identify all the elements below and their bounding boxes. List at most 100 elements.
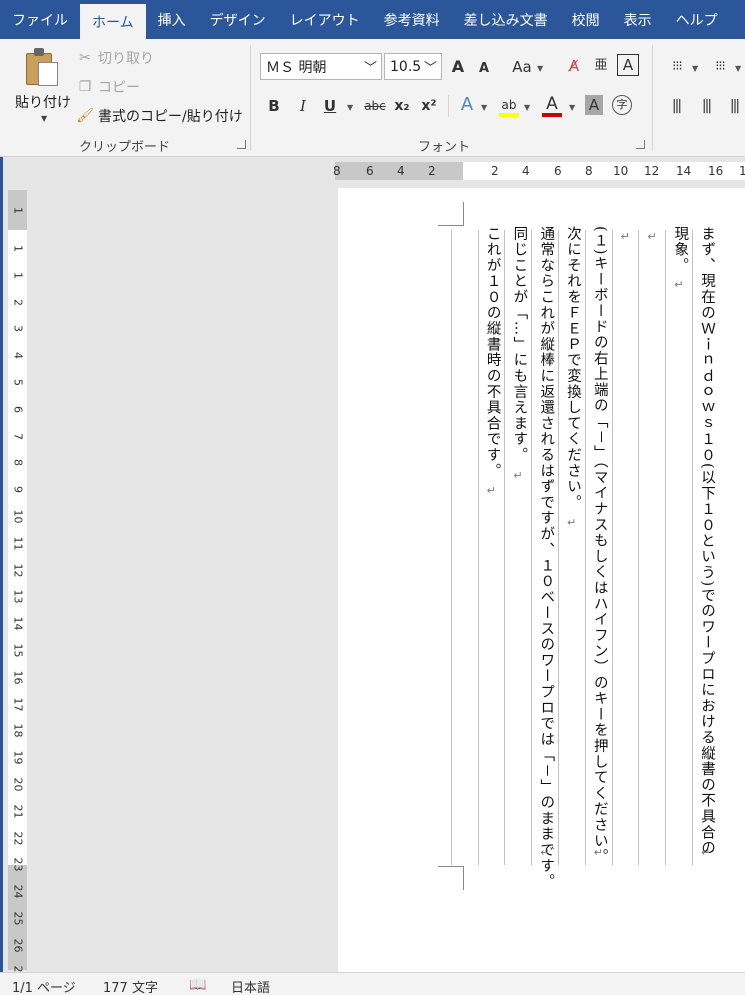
paste-button[interactable]: 貼り付け — [15, 92, 71, 112]
ruler-number: 8 — [11, 459, 25, 467]
word-count[interactable]: 177 文字 — [103, 977, 158, 995]
copy-button[interactable]: ❐ コピー — [76, 77, 140, 97]
grow-font-button[interactable]: A — [448, 56, 468, 78]
ruler-number: 10 — [613, 164, 629, 178]
font-color-button[interactable]: A — [541, 93, 563, 115]
phonetic-guide-button[interactable]: 亜 — [592, 55, 610, 77]
paragraph-mark-icon: ↵ — [593, 846, 604, 859]
status-bar: 1/1 ページ 177 文字 📖 日本語 — [0, 972, 745, 995]
tab-layout[interactable]: レイアウト — [278, 0, 372, 39]
document-line[interactable]: 同じことが「…」にも言えます。 — [506, 226, 532, 463]
text-column-border — [692, 230, 693, 865]
format-painter-label: 書式のコピー/貼り付け — [98, 109, 243, 125]
scissors-icon: ✂ — [79, 50, 91, 66]
document-line[interactable]: 現象。 — [667, 226, 693, 273]
document-line[interactable]: (１)キーボードの右上端の「－」（マイナスもしくはハイフン）のキーを押してくださ… — [587, 226, 613, 865]
clipboard-group-label: クリップボード — [79, 140, 171, 155]
underline-chevron-icon[interactable]: ▼ — [347, 103, 353, 112]
superscript-button[interactable]: x² — [419, 95, 439, 117]
ruler-number: 1 — [739, 164, 745, 178]
font-color-chevron-icon[interactable]: ▼ — [569, 103, 575, 112]
copy-icon: ❐ — [78, 79, 92, 95]
ruler-number: 6 — [11, 405, 25, 413]
paste-icon[interactable] — [26, 48, 58, 86]
horizontal-ruler[interactable]: 8 6 4 2 2 4 6 8 10 12 14 16 1 — [333, 162, 745, 180]
font-family-select[interactable]: ＭＳ 明朝 ﹀ — [260, 53, 382, 80]
paste-options-chevron-icon[interactable]: ▼ — [41, 114, 47, 123]
document-line[interactable]: これが１０の縦書時の不具合です。 — [480, 226, 506, 479]
tab-review[interactable]: 校閲 — [560, 0, 612, 39]
font-group-label: フォント — [418, 140, 471, 155]
ruler-number: 4 — [522, 164, 530, 178]
font-family-chevron-down-icon: ﹀ — [363, 61, 377, 76]
ruler-number: 13 — [11, 589, 25, 604]
align-bottom-icon[interactable]: ||| — [724, 95, 744, 117]
ruler-number: 10 — [11, 509, 25, 524]
tab-help[interactable]: ヘルプ — [664, 0, 730, 39]
paragraph-mark-icon: ↵ — [486, 484, 496, 498]
ruler-number: 26 — [11, 938, 25, 953]
change-case-chevron-icon[interactable]: ▼ — [537, 64, 543, 73]
tab-home[interactable]: ホーム — [80, 4, 146, 39]
format-painter-button[interactable]: 🖌 書式のコピー/貼り付け — [76, 106, 243, 126]
proofing-book-icon[interactable]: 📖 — [189, 977, 206, 993]
ruler-number: 18 — [11, 723, 25, 738]
clipboard-clip — [34, 48, 44, 56]
cut-label: 切り取り — [98, 51, 154, 67]
clear-formatting-icon[interactable]: A̸ — [563, 55, 585, 77]
ruler-number: 7 — [11, 432, 25, 440]
bullets-icon[interactable]: ⁝⁝⁝ — [664, 56, 690, 78]
ruler-number: 12 — [644, 164, 660, 178]
paragraph-mark-icon: ↵ — [567, 516, 577, 530]
strikethrough-button[interactable]: abc — [362, 95, 388, 117]
document-line[interactable]: 通常ならこれが縦棒に返還されるはずですが、１０ベースのワープロでは「－」のままで… — [533, 226, 559, 890]
tab-design[interactable]: デザイン — [198, 0, 278, 39]
text-column-border — [638, 230, 640, 865]
ruler-number: 11 — [11, 536, 25, 551]
align-top-icon[interactable]: ||| — [666, 95, 686, 117]
font-size-select[interactable]: 10.5 ﹀ — [384, 53, 442, 80]
page-count[interactable]: 1/1 ページ — [12, 977, 76, 995]
ruler-number: 15 — [11, 643, 25, 658]
document-line[interactable]: 次にそれをＦＥＰで変換してください。 — [560, 226, 586, 510]
underline-button[interactable]: U — [321, 95, 339, 117]
font-dialog-launcher-icon[interactable] — [636, 140, 645, 149]
ruler-number: 3 — [11, 325, 25, 333]
paragraph-mark-icon: ↵ — [701, 846, 711, 859]
enclose-characters-button[interactable]: 字 — [612, 95, 632, 115]
subscript-button[interactable]: x₂ — [392, 95, 412, 117]
font-color-swatch — [542, 113, 562, 117]
language-indicator[interactable]: 日本語 — [231, 977, 270, 995]
text-effects-chevron-icon[interactable]: ▼ — [481, 103, 487, 112]
vertical-ruler[interactable]: 1 1 1 2 3 4 5 6 7 8 9 10 11 12 13 14 15 16 17 18 19 20 21 22 23 2… — [8, 190, 27, 979]
tab-file[interactable]: ファイル — [0, 0, 80, 39]
text-column-border — [450, 230, 452, 865]
text-effects-icon[interactable]: A — [456, 94, 478, 116]
ruler-number: 8 — [333, 164, 341, 178]
align-middle-icon[interactable]: ||| — [696, 95, 716, 117]
highlight-chevron-icon[interactable]: ▼ — [524, 103, 530, 112]
ruler-number: 8 — [585, 164, 593, 178]
tab-insert[interactable]: 挿入 — [146, 0, 198, 39]
change-case-button[interactable]: Aa — [510, 56, 534, 78]
ruler-number: 6 — [366, 164, 374, 178]
numbering-icon[interactable]: ⁝⁝⁝ — [707, 56, 733, 78]
ruler-number: 14 — [676, 164, 692, 178]
shrink-font-button[interactable]: A — [474, 58, 494, 80]
ruler-number: 17 — [11, 697, 25, 712]
cut-button[interactable]: ✂ 切り取り — [76, 48, 154, 68]
character-border-button[interactable]: A — [617, 54, 639, 76]
clipboard-dialog-launcher-icon[interactable] — [237, 140, 246, 149]
document-page[interactable]: まず、現在のＷｉｎｄｏｗｓ１０(以下１０という)でのワープロにおける縦書の不具合… — [338, 188, 745, 972]
tab-references[interactable]: 参考資料 — [372, 0, 452, 39]
highlight-color-swatch — [499, 113, 519, 117]
document-line[interactable]: まず、現在のＷｉｎｄｏｗｓ１０(以下１０という)でのワープロにおける縦書の不具合… — [694, 226, 720, 856]
bold-button[interactable]: B — [265, 95, 283, 117]
italic-button[interactable]: I — [294, 95, 312, 117]
bullets-chevron-icon[interactable]: ▼ — [692, 64, 698, 73]
group-divider — [250, 45, 251, 151]
numbering-chevron-icon[interactable]: ▼ — [735, 64, 741, 73]
tab-mailings[interactable]: 差し込み文書 — [452, 0, 560, 39]
character-shading-button[interactable]: A — [585, 95, 603, 115]
tab-view[interactable]: 表示 — [612, 0, 664, 39]
